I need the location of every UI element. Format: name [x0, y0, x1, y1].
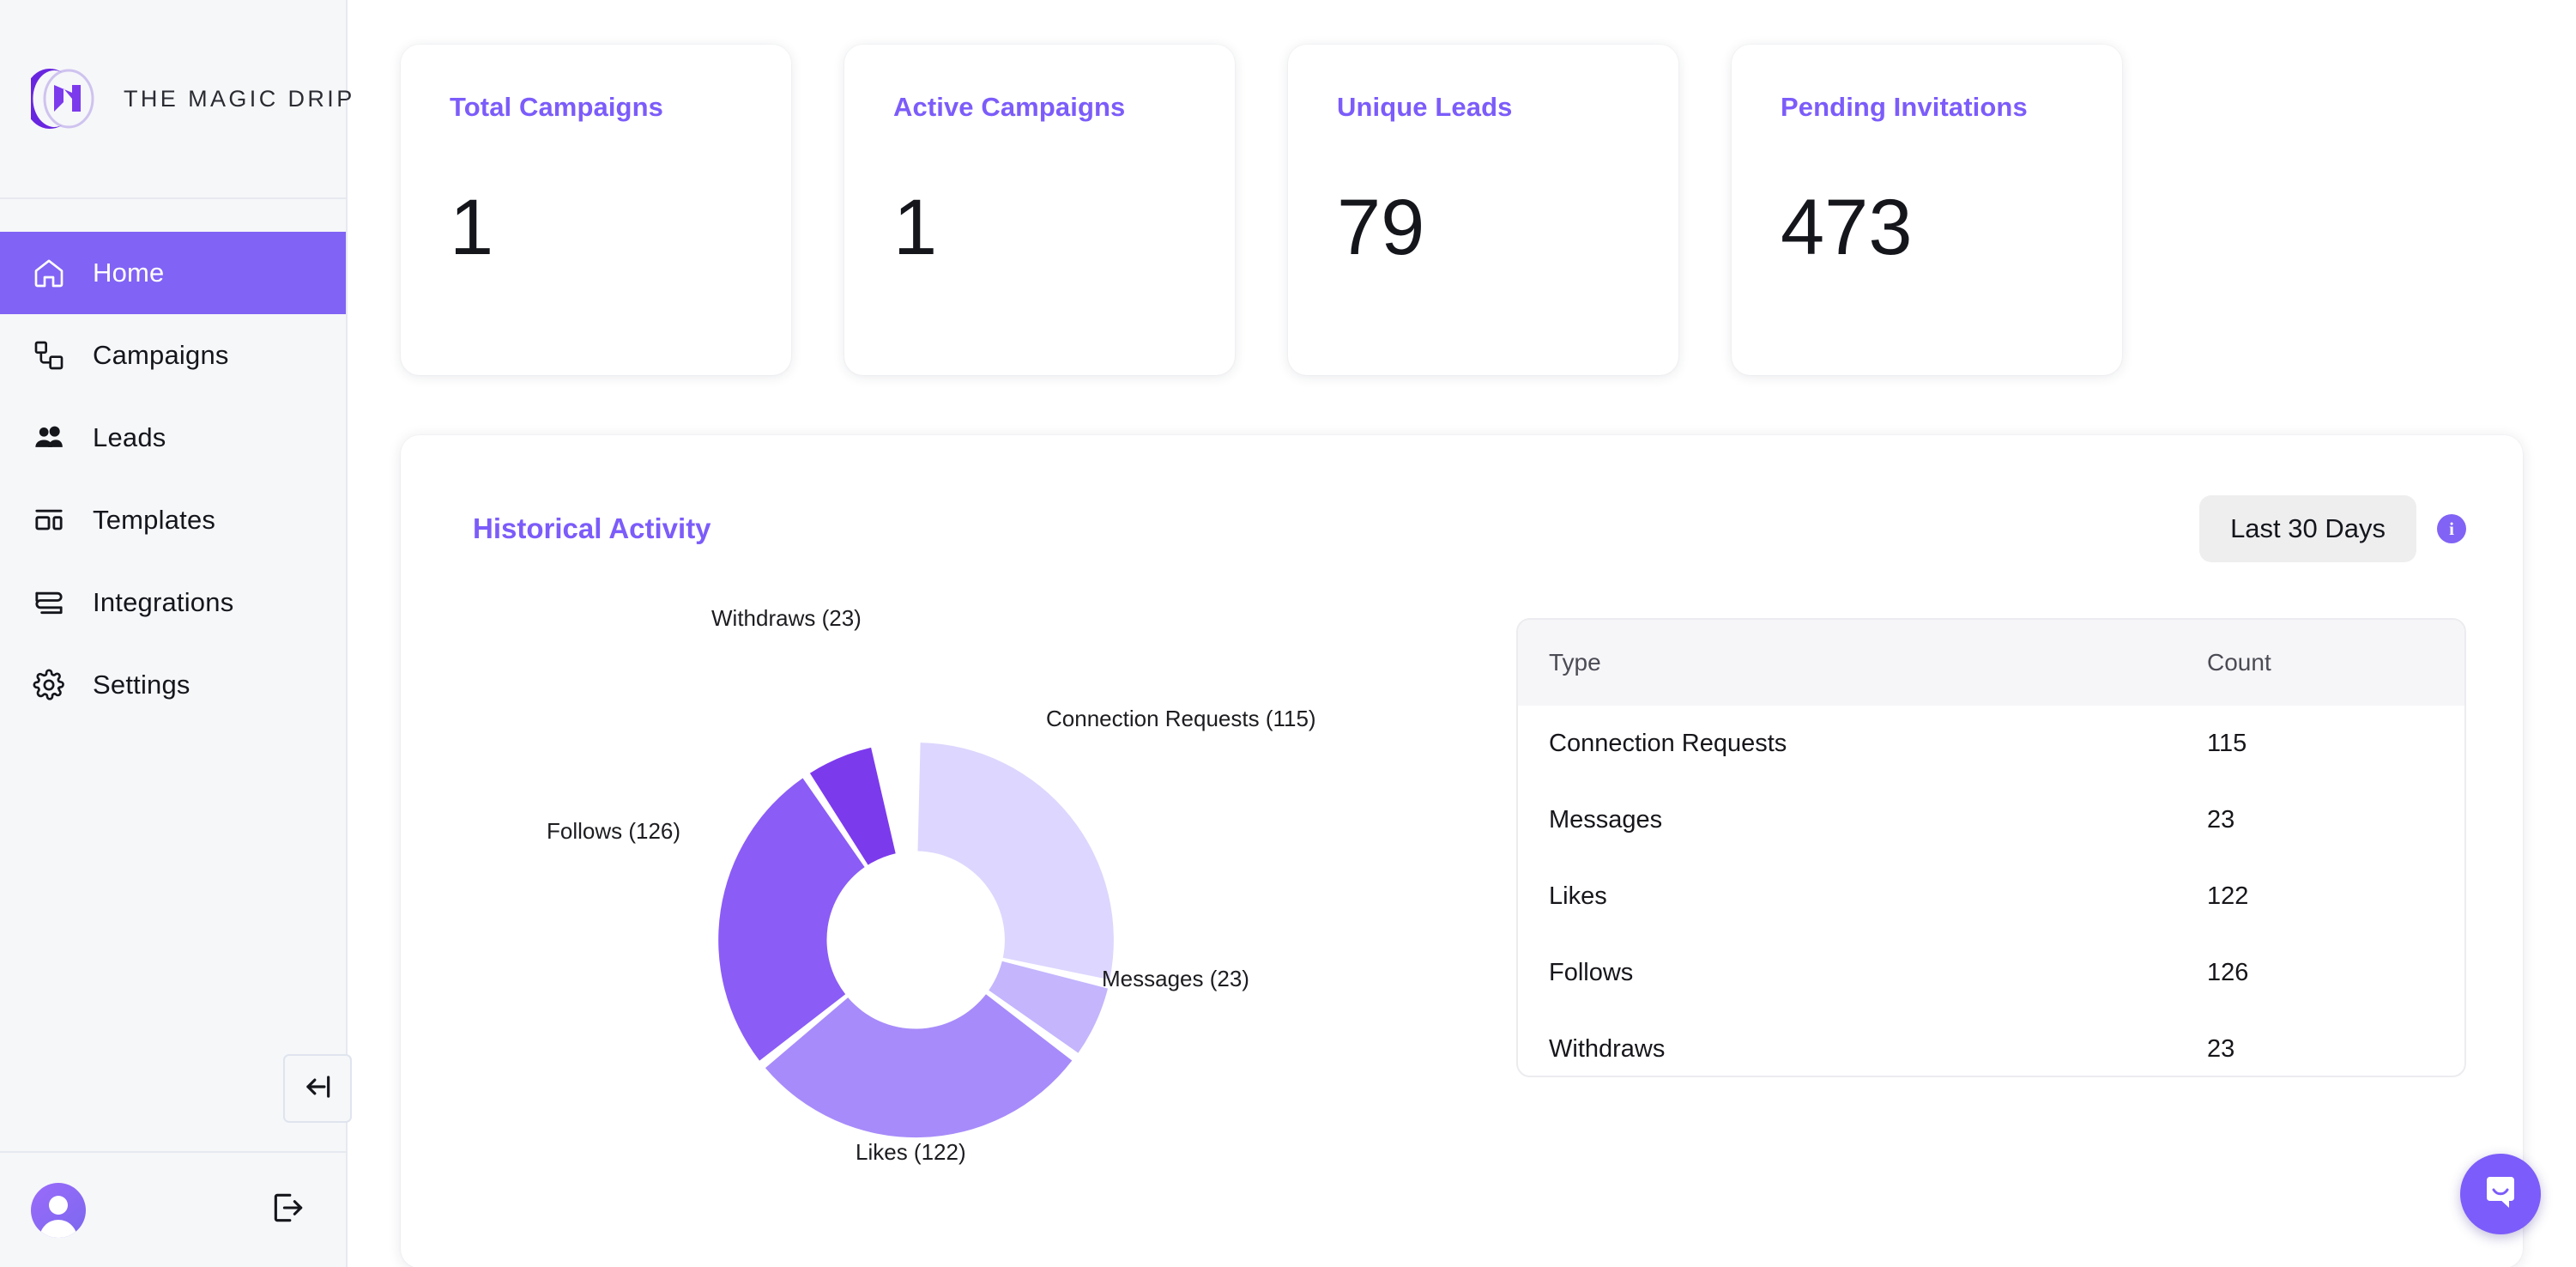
cell-count: 23: [2207, 1035, 2235, 1063]
activity-toolbar: Last 30 Days i: [2199, 495, 2466, 562]
stat-title: Pending Invitations: [1781, 92, 2028, 122]
chart-label-connection-requests: Connection Requests (115): [1046, 706, 1316, 731]
cell-type: Likes: [1549, 882, 1607, 910]
cell-type: Messages: [1549, 806, 1663, 834]
table-row: Messages 23: [1518, 782, 2464, 858]
page-title: Historical Activity: [473, 512, 711, 544]
sidebar-item-label: Campaigns: [93, 340, 229, 370]
stat-title: Unique Leads: [1337, 92, 1513, 122]
leads-icon: [31, 420, 67, 456]
table-row: Connection Requests 115: [1518, 706, 2464, 782]
stats-row: Total Campaigns 1 Active Campaigns 1 Uni…: [348, 0, 2576, 375]
sidebar-nav: Home Campaigns Leads Templates Integrati…: [0, 199, 346, 726]
table-head: Type Count: [1518, 620, 2464, 706]
cell-count: 122: [2207, 882, 2249, 910]
home-icon: [31, 255, 67, 291]
cell-type: Connection Requests: [1549, 730, 1787, 757]
table-row: Likes 122: [1518, 858, 2464, 935]
stat-title: Active Campaigns: [893, 92, 1126, 122]
sidebar-item-integrations[interactable]: Integrations: [0, 561, 346, 644]
collapse-sidebar-button[interactable]: [283, 1054, 352, 1123]
sidebar-item-leads[interactable]: Leads: [0, 397, 346, 479]
column-header-count: Count: [2207, 649, 2271, 676]
sidebar-item-label: Integrations: [93, 587, 234, 617]
sidebar-item-templates[interactable]: Templates: [0, 479, 346, 561]
cell-type: Withdraws: [1549, 1035, 1666, 1063]
table-header-row: Type Count: [1518, 620, 2464, 706]
sidebar-item-label: Leads: [93, 422, 166, 452]
main-content: Total Campaigns 1 Active Campaigns 1 Uni…: [348, 0, 2576, 1267]
sidebar-item-label: Home: [93, 258, 165, 288]
chat-widget-button[interactable]: [2460, 1154, 2541, 1234]
chart-label-follows: Follows (126): [547, 818, 681, 844]
date-range-button[interactable]: Last 30 Days: [2199, 495, 2416, 562]
chat-bubble-icon: [2480, 1172, 2521, 1217]
integrations-icon: [31, 585, 67, 621]
sidebar-item-settings[interactable]: Settings: [0, 644, 346, 726]
brand-header[interactable]: THE MAGIC DRIP: [0, 0, 352, 199]
logout-icon: [269, 1189, 307, 1231]
user-avatar-icon[interactable]: [31, 1182, 86, 1238]
table-body: Connection Requests 115 Messages 23 Like…: [1518, 706, 2464, 1076]
stat-title: Total Campaigns: [450, 92, 663, 122]
sidebar: THE MAGIC DRIP Home Campaigns Leads Temp…: [0, 0, 352, 1267]
historical-activity-header: Historical Activity Last 30 Days i: [401, 435, 2523, 562]
chart-label-messages: Messages (23): [1102, 966, 1249, 991]
cell-count: 23: [2207, 806, 2235, 834]
cell-count: 126: [2207, 959, 2249, 986]
stat-card-pending-invitations: Pending Invitations 473: [1732, 45, 2122, 375]
sidebar-footer: [0, 1151, 346, 1267]
sidebar-item-label: Templates: [93, 505, 216, 535]
cell-type: Follows: [1549, 959, 1634, 986]
stat-value: 473: [1781, 184, 1913, 271]
stat-value: 79: [1337, 184, 1425, 271]
collapse-sidebar-icon: [301, 1070, 334, 1107]
info-icon[interactable]: i: [2437, 514, 2466, 543]
historical-activity-card: Historical Activity Last 30 Days i Withd…: [401, 435, 2523, 1267]
historical-activity-body: Withdraws (23) Connection Requests (115)…: [401, 562, 2523, 1249]
table-row: Withdraws 23: [1518, 1011, 2464, 1076]
settings-gear-icon: [31, 667, 67, 703]
brand-name: THE MAGIC DRIP: [124, 85, 355, 112]
magic-drip-logo-icon: [24, 64, 101, 134]
dashboard-app: THE MAGIC DRIP Home Campaigns Leads Temp…: [0, 0, 2576, 1267]
donut-slice-connection-requests[interactable]: [917, 743, 1114, 980]
activity-table-panel: Type Count Connection Requests 115 Messa…: [1516, 618, 2466, 1077]
column-header-type: Type: [1549, 649, 1601, 676]
cell-count: 115: [2207, 730, 2247, 757]
activity-donut-chart: Withdraws (23) Connection Requests (115)…: [435, 579, 1516, 1249]
chart-label-withdraws: Withdraws (23): [711, 605, 862, 631]
sidebar-item-label: Settings: [93, 670, 190, 700]
table-row: Follows 126: [1518, 935, 2464, 1011]
sidebar-item-campaigns[interactable]: Campaigns: [0, 314, 346, 397]
stat-card-total-campaigns: Total Campaigns 1: [401, 45, 791, 375]
sidebar-item-home[interactable]: Home: [0, 232, 346, 314]
activity-table: Type Count Connection Requests 115 Messa…: [1518, 620, 2464, 1076]
donut-chart-svg: [718, 743, 1114, 1138]
stat-value: 1: [450, 184, 494, 271]
chart-label-likes: Likes (122): [856, 1139, 966, 1165]
campaigns-icon: [31, 337, 67, 373]
stat-card-active-campaigns: Active Campaigns 1: [844, 45, 1235, 375]
templates-icon: [31, 502, 67, 538]
stat-value: 1: [893, 184, 938, 271]
stat-card-unique-leads: Unique Leads 79: [1288, 45, 1678, 375]
logout-button[interactable]: [269, 1191, 308, 1230]
